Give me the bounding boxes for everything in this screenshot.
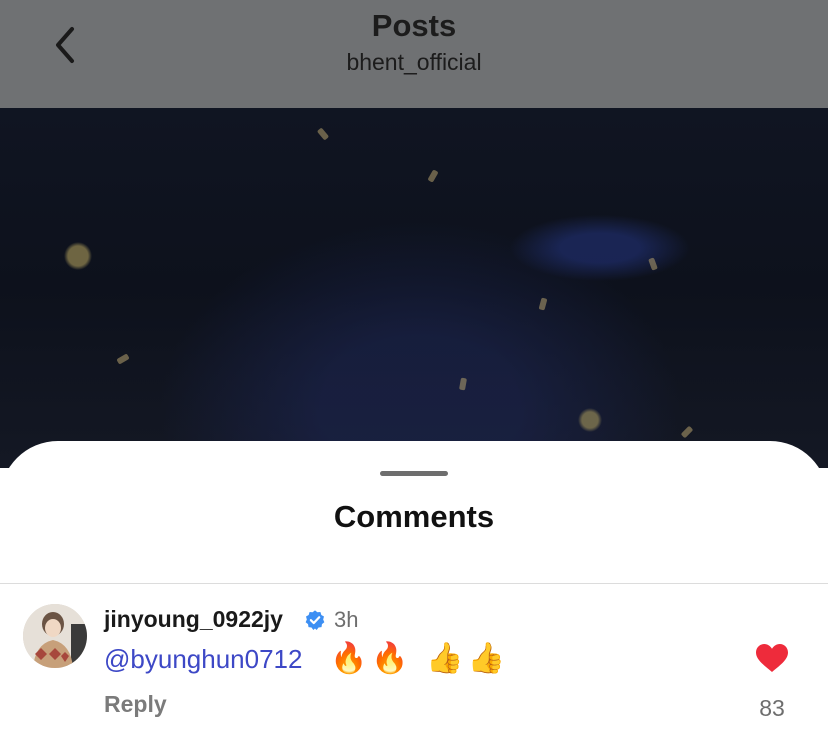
post-image[interactable] xyxy=(0,108,828,468)
page-title: Posts xyxy=(371,8,457,43)
drag-handle[interactable] xyxy=(380,471,448,476)
confetti xyxy=(316,127,330,141)
account-name[interactable]: bhent_official xyxy=(0,49,828,76)
mention-link[interactable]: @byunghun0712 xyxy=(104,644,302,675)
verified-badge-icon xyxy=(305,610,325,630)
sheet-title: Comments xyxy=(333,499,495,534)
comments-sheet: Comments jinyoung_0922jy 3h @byunghun071… xyxy=(0,441,828,742)
divider xyxy=(0,583,828,584)
reply-button[interactable]: Reply xyxy=(104,691,167,718)
comment-emojis: 🔥🔥 👍👍 xyxy=(330,641,509,676)
top-header: Posts bhent_official xyxy=(0,0,828,108)
confetti xyxy=(680,425,694,439)
confetti xyxy=(116,353,130,365)
like-count: 83 xyxy=(759,695,785,721)
heart-icon[interactable] xyxy=(755,643,789,673)
comment-username[interactable]: jinyoung_0922jy xyxy=(104,606,283,633)
confetti xyxy=(648,257,658,271)
avatar-image xyxy=(23,604,87,668)
avatar[interactable] xyxy=(23,604,87,668)
confetti xyxy=(427,169,439,183)
comment-time: 3h xyxy=(334,607,359,632)
confetti xyxy=(538,297,548,311)
confetti xyxy=(459,377,467,391)
